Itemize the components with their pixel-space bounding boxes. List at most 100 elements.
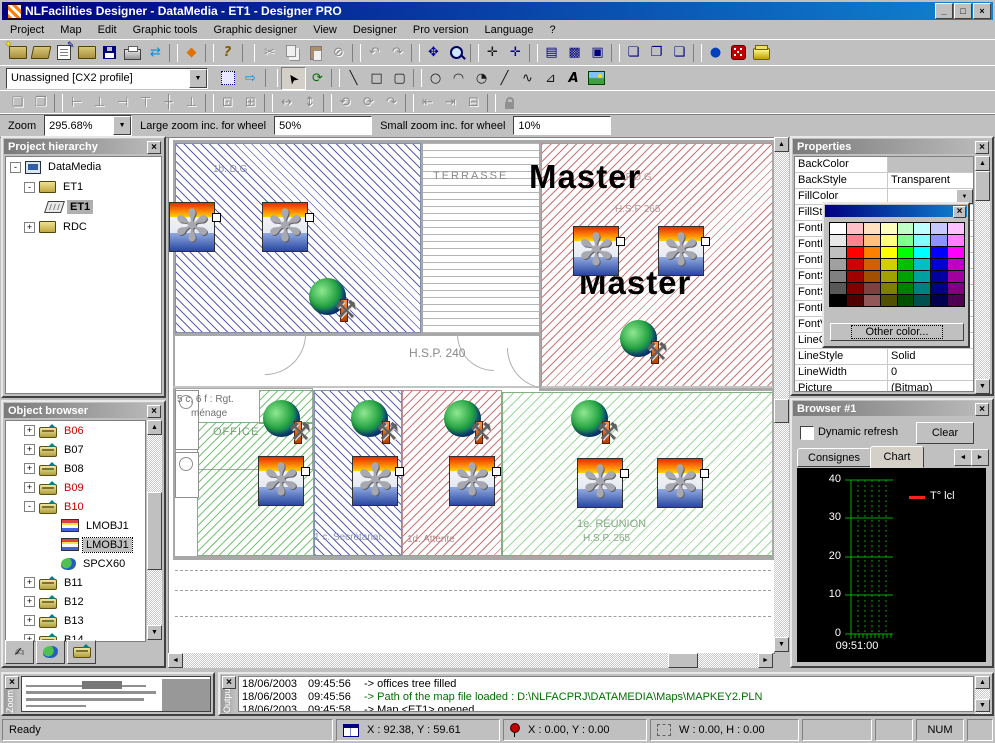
color-swatch[interactable] [830, 223, 846, 234]
expand-toggle[interactable]: + [24, 222, 35, 233]
zoom-dropdown[interactable]: 295.68% [44, 115, 132, 136]
popup-title-bar[interactable] [825, 205, 967, 217]
scroll-down-icon[interactable] [975, 379, 990, 394]
workstation-object[interactable] [309, 276, 355, 320]
send-to-back-button[interactable]: ❐ [29, 92, 52, 113]
workstation-object[interactable] [571, 398, 617, 442]
redo-button[interactable]: ↷ [386, 42, 409, 63]
polygon-tool[interactable]: ⊿ [539, 68, 562, 89]
color-swatch[interactable] [881, 247, 897, 258]
fan-coil-object[interactable] [352, 456, 398, 506]
object-browser-item[interactable]: + B06 [6, 421, 145, 440]
color-swatch[interactable] [914, 235, 930, 246]
color-swatch[interactable] [898, 271, 914, 282]
color-swatch[interactable] [830, 247, 846, 258]
menu-item[interactable]: Graphic tools [125, 22, 206, 38]
color-swatch[interactable] [864, 271, 880, 282]
object-browser-item[interactable]: - B10 [6, 497, 145, 516]
save-button[interactable] [98, 42, 121, 63]
fan-coil-object[interactable] [449, 456, 495, 506]
close-popup-button[interactable] [953, 206, 966, 218]
color-swatch[interactable] [948, 223, 964, 234]
close-panel-button[interactable] [975, 141, 989, 154]
close-map-button[interactable] [75, 42, 98, 63]
copy-button[interactable] [281, 42, 304, 63]
goto-button[interactable]: ⇨ [239, 68, 262, 89]
expand-toggle[interactable]: + [24, 577, 35, 588]
zoom-extents-button[interactable]: ✥ [422, 42, 445, 63]
large-zoom-input[interactable] [274, 116, 372, 135]
color-swatch[interactable] [847, 247, 863, 258]
property-value[interactable]: 0 [888, 365, 973, 380]
color-swatch[interactable] [881, 235, 897, 246]
menu-item[interactable]: Edit [90, 22, 125, 38]
reload-map-button[interactable]: ⇄ [144, 42, 167, 63]
color-swatch[interactable] [847, 223, 863, 234]
tab-coils[interactable] [67, 640, 96, 664]
color-swatch[interactable] [948, 235, 964, 246]
same-height-button[interactable]: ↕ [298, 92, 321, 113]
color-swatch[interactable] [914, 223, 930, 234]
dynamic-refresh-checkbox[interactable] [800, 426, 814, 440]
profile-dropdown[interactable]: Unassigned [CX2 profile] [6, 68, 208, 89]
color-swatch[interactable] [931, 247, 947, 258]
tab-scroll-right-icon[interactable]: ► [971, 449, 989, 466]
delete-button[interactable]: ⊘ [327, 42, 350, 63]
color-swatch[interactable] [864, 223, 880, 234]
grid-show-button[interactable]: ▤ [540, 42, 563, 63]
same-width-button[interactable]: ↔ [275, 92, 298, 113]
tab-chart[interactable]: Chart [870, 446, 924, 468]
scroll-down-icon[interactable] [975, 699, 990, 712]
align-top-button[interactable]: ⊤ [134, 92, 157, 113]
window-cascade-button[interactable]: ❑ [668, 42, 691, 63]
color-swatch[interactable] [898, 295, 914, 306]
color-swatch[interactable] [931, 295, 947, 306]
center-vertical-button[interactable]: ⊞ [239, 92, 262, 113]
scrollbar-thumb[interactable] [975, 171, 990, 201]
workstation-object[interactable] [620, 318, 666, 362]
fan-coil-object[interactable] [657, 458, 703, 508]
menu-item[interactable]: Pro version [405, 22, 477, 38]
rotate-left-button[interactable]: ⟲ [334, 92, 357, 113]
color-swatch[interactable] [864, 247, 880, 258]
color-swatch[interactable] [914, 247, 930, 258]
diagonal-line-tool[interactable]: ╱ [493, 68, 516, 89]
close-panel-button[interactable] [5, 676, 19, 689]
color-swatch[interactable] [881, 295, 897, 306]
tab-consignes[interactable]: Consignes [797, 448, 871, 467]
color-swatch[interactable] [898, 223, 914, 234]
zone-reunion[interactable] [502, 392, 773, 556]
help-button[interactable]: ? [216, 42, 239, 63]
repeat-select-button[interactable] [216, 68, 239, 89]
color-swatch[interactable] [881, 271, 897, 282]
color-swatch[interactable] [898, 259, 914, 270]
color-swatch[interactable] [864, 235, 880, 246]
other-color-button[interactable]: Other color... [830, 323, 964, 341]
scroll-up-icon[interactable] [975, 676, 990, 689]
tree-node-datamedia[interactable]: - DataMedia [6, 157, 161, 177]
color-swatch[interactable] [847, 235, 863, 246]
color-swatch[interactable] [948, 247, 964, 258]
tree-node-et1-map[interactable]: ET1 [6, 197, 161, 217]
fan-coil-object[interactable] [658, 226, 704, 276]
property-row[interactable]: BackColor [795, 157, 973, 173]
color-swatch[interactable] [914, 283, 930, 294]
property-row[interactable]: LineStyle Solid [795, 349, 973, 365]
menu-item[interactable]: Graphic designer [205, 22, 305, 38]
workstation-object[interactable] [444, 398, 490, 442]
bring-to-front-button[interactable]: ❏ [6, 92, 29, 113]
scroll-up-icon[interactable] [147, 420, 162, 435]
polyline-tool[interactable]: ∿ [516, 68, 539, 89]
scrollbar-thumb[interactable] [668, 653, 698, 668]
align-right-button[interactable]: ⊣ [111, 92, 134, 113]
menu-item[interactable]: Language [477, 22, 542, 38]
color-swatch[interactable] [931, 271, 947, 282]
fan-coil-object[interactable] [577, 458, 623, 508]
print-button[interactable] [121, 42, 144, 63]
scroll-right-icon[interactable] [758, 653, 773, 668]
map-thumbnail[interactable] [21, 676, 211, 712]
color-swatch[interactable] [881, 283, 897, 294]
color-swatch[interactable] [830, 271, 846, 282]
color-swatch[interactable] [898, 235, 914, 246]
expand-toggle[interactable]: + [24, 482, 35, 493]
